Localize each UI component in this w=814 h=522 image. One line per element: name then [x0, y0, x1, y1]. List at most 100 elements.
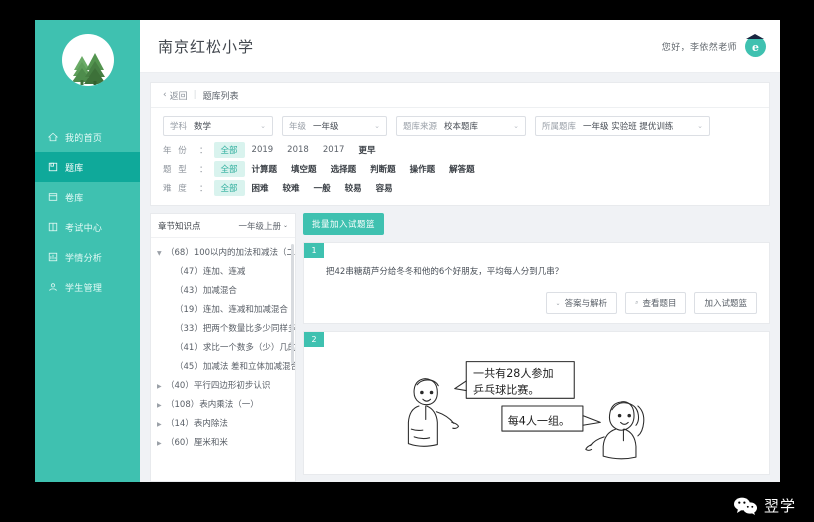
- subject-select-value: 数学: [194, 122, 212, 132]
- tree-node[interactable]: （41）求比一个数多（少）几的数: [151, 339, 295, 358]
- avatar-glyph: e: [752, 41, 759, 54]
- tree-node[interactable]: （19）连加、连减和加减混合: [151, 301, 295, 320]
- content-split: 章节知识点 一年级上册 ⌄ ▼ （68）100以内的加法和减法（二） （47）连…: [150, 213, 770, 482]
- tree-node-label: （108）表内乘法（一）: [166, 400, 259, 410]
- sidebar-item-exam-center[interactable]: 考试中心: [35, 212, 140, 242]
- question-card: 1 把42串糖葫芦分给冬冬和他的6个好朋友，平均每人分到几串？ ⌄ 答案与解析: [303, 242, 770, 324]
- filter-tag[interactable]: 操作题: [403, 161, 443, 177]
- filter-tag[interactable]: 困难: [245, 180, 276, 196]
- filter-tag[interactable]: 选择题: [324, 161, 364, 177]
- app-window: 我的首页 题库 卷库 考试中心 学情分析 学生管理 南京红松小学 您好，李依然老…: [35, 20, 780, 482]
- sidebar-item-label: 卷库: [65, 193, 84, 204]
- sidebar-item-student-mgmt[interactable]: 学生管理: [35, 272, 140, 302]
- sidebar-item-my-home[interactable]: 我的首页: [35, 122, 140, 152]
- filter-tag[interactable]: 一般: [307, 180, 338, 196]
- tree-scrollbar[interactable]: [291, 244, 294, 364]
- sidebar-item-analysis[interactable]: 学情分析: [35, 242, 140, 272]
- tree-node[interactable]: ▶ （14）表内除法: [151, 415, 295, 434]
- filter-tag[interactable]: 填空题: [284, 161, 324, 177]
- illustration-svg: 一共有28人参加 乒乓球比赛。 每4人一组。: [407, 361, 645, 460]
- chevron-down-icon: ⌄: [282, 222, 288, 229]
- view-question-label: 查看题目: [642, 299, 677, 309]
- question-list: 1 把42串糖葫芦分给冬冬和他的6个好朋友，平均每人分到几串？ ⌄ 答案与解析: [303, 242, 770, 482]
- greeting-text: 您好，李依然老师: [661, 42, 737, 53]
- caret-right-icon: ▶: [157, 421, 162, 428]
- question-number: 1: [304, 243, 324, 258]
- chevron-left-icon: ‹: [163, 90, 167, 100]
- tree-node-label: （40）平行四边形初步认识: [166, 381, 271, 391]
- filter-tag[interactable]: 全部: [213, 142, 245, 158]
- tree-node[interactable]: （45）加减法 差和立体加减混合: [151, 358, 295, 377]
- svg-text:乒乓球比赛。: 乒乓球比赛。: [473, 382, 539, 396]
- tree-body[interactable]: ▼ （68）100以内的加法和减法（二） （47）连加、连减 （43）加减混合: [151, 238, 295, 481]
- filter-tag[interactable]: 全部: [213, 180, 245, 196]
- back-button[interactable]: ‹ 返回: [163, 89, 188, 102]
- filter-tag[interactable]: 2017: [316, 143, 352, 157]
- question-body: 把42串糖葫芦分给冬冬和他的6个好朋友，平均每人分到几串？: [304, 243, 769, 286]
- subject-select-label: 学科: [170, 122, 188, 132]
- caret-down-icon: ▼: [157, 250, 162, 257]
- view-question-button[interactable]: ⌕ 查看题目: [625, 292, 687, 314]
- caret-right-icon: ▶: [157, 383, 162, 390]
- breadcrumb-current: 题库列表: [202, 91, 239, 102]
- tree-node[interactable]: （33）把两个数量比多少同样多: [151, 320, 295, 339]
- filter-row-colon: ：: [199, 146, 208, 156]
- filter-row-label: 题 型: [163, 165, 189, 175]
- sidebar-item-paper-bank[interactable]: 卷库: [35, 182, 140, 212]
- tree-grade-label: 一年级上册: [238, 221, 281, 232]
- filter-tag[interactable]: 2018: [280, 143, 316, 157]
- breadcrumb-separator: |: [193, 90, 197, 100]
- tree-node[interactable]: （47）连加、连减: [151, 263, 295, 282]
- owner-bank-select[interactable]: 所属题库 一年级 实验班 提优训练 ⌄: [535, 116, 710, 136]
- add-to-basket-label: 加入试题篮: [704, 299, 747, 309]
- tree-grade-selector[interactable]: 一年级上册 ⌄: [238, 220, 288, 232]
- subject-select[interactable]: 学科 数学 ⌄: [163, 116, 273, 136]
- grade-select[interactable]: 年级 一年级 ⌄: [282, 116, 387, 136]
- wechat-icon: [733, 497, 759, 515]
- home-icon: [48, 132, 58, 142]
- filter-tag[interactable]: 计算题: [245, 161, 285, 177]
- filter-tag[interactable]: 较易: [338, 180, 369, 196]
- filter-tag[interactable]: 更早: [351, 142, 382, 158]
- sidebar-item-label: 题库: [65, 163, 84, 174]
- bank-source-select-value: 校本题库: [444, 122, 479, 132]
- add-to-basket-button[interactable]: 加入试题篮: [694, 292, 757, 314]
- avatar[interactable]: e: [745, 33, 766, 57]
- student-icon: [48, 282, 58, 292]
- sidebar-item-label: 学情分析: [65, 253, 103, 264]
- chevron-down-icon: ⌄: [513, 122, 519, 130]
- filter-tag[interactable]: 全部: [213, 161, 245, 177]
- tree-node[interactable]: （43）加减混合: [151, 282, 295, 301]
- bubble-left-text: 一共有28人参加: [473, 366, 554, 380]
- owner-bank-select-label: 所属题库: [542, 122, 577, 132]
- tree-node-label: （68）100以内的加法和减法（二）: [166, 248, 295, 258]
- owner-bank-select-value: 一年级 实验班 提优训练: [583, 122, 674, 132]
- tree-node-label: （41）求比一个数多（少）几的数: [175, 343, 295, 353]
- exam-center-icon: [48, 222, 58, 232]
- tree-node[interactable]: ▶ （108）表内乘法（一）: [151, 396, 295, 415]
- batch-add-to-basket-button[interactable]: 批量加入试题篮: [303, 213, 385, 235]
- filter-tag[interactable]: 容易: [369, 180, 400, 196]
- filter-row-label: 年 份: [163, 146, 189, 156]
- filter-tag[interactable]: 判断题: [363, 161, 403, 177]
- tree-node-label: （19）连加、连减和加减混合: [175, 305, 288, 315]
- bank-source-select[interactable]: 题库来源 校本题库 ⌄: [396, 116, 526, 136]
- question-list-area: 批量加入试题篮 1 把42串糖葫芦分给冬冬和他的6个好朋友，平均每人分到几串？ …: [303, 213, 770, 482]
- tree-node[interactable]: ▶ （60）厘米和米: [151, 434, 295, 453]
- filter-tag[interactable]: 2019: [245, 143, 281, 157]
- pine-tree-logo: [61, 34, 114, 86]
- tree-node[interactable]: ▶ （40）平行四边形初步认识: [151, 377, 295, 396]
- magnifier-icon: ⌕: [635, 299, 639, 306]
- bubble-right-text: 每4人一组。: [508, 413, 570, 427]
- filter-tag[interactable]: 较难: [276, 180, 307, 196]
- filter-row-colon: ：: [199, 165, 208, 175]
- back-label: 返回: [169, 91, 188, 102]
- sidebar-item-question-bank[interactable]: 题库: [35, 152, 140, 182]
- tree-node-label: （43）加减混合: [175, 286, 237, 296]
- filter-tag[interactable]: 解答题: [442, 161, 482, 177]
- filter-row-difficulty: 难 度 ： 全部 困难 较难 一般 较易 容易: [163, 180, 757, 196]
- tree-node-label: （14）表内除法: [166, 419, 228, 429]
- tree-node[interactable]: ▼ （68）100以内的加法和减法（二）: [151, 244, 295, 263]
- answer-analysis-button[interactable]: ⌄ 答案与解析: [545, 292, 618, 314]
- watermark: 翌学: [733, 495, 796, 516]
